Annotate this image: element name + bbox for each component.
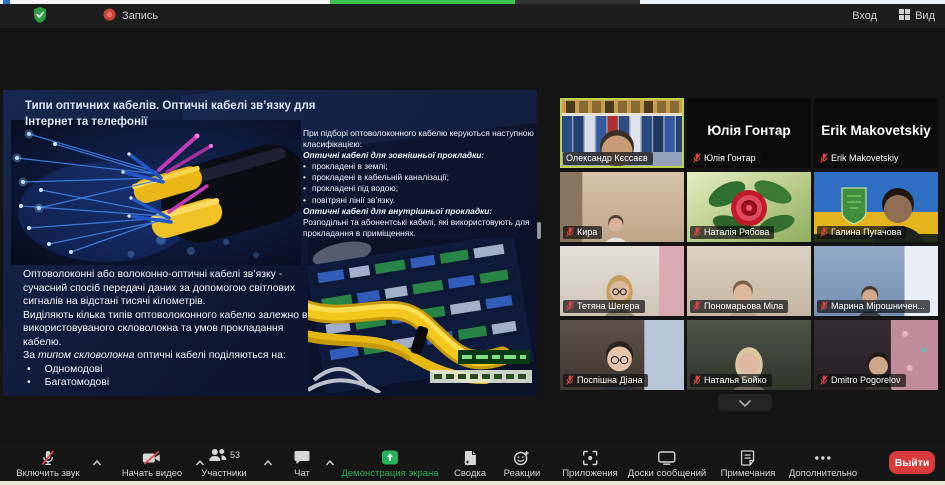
fiber-optic-cable-image: [11, 120, 301, 265]
slide-paragraph-3: За типом скловолокна оптичні кабелі поді…: [23, 349, 319, 363]
camera-slashed-icon: [122, 449, 182, 466]
chat-options-chevron[interactable]: [326, 453, 335, 471]
unmute-button[interactable]: Включить звук: [16, 449, 79, 479]
slide-right-text-block: При підборі оптоволоконного кабелю керую…: [303, 128, 537, 239]
mic-slashed-icon: [820, 301, 828, 311]
signin-button[interactable]: Вход: [852, 10, 877, 22]
participant-tile[interactable]: Галина Пугачова: [814, 172, 938, 242]
participant-tile[interactable]: Dmitro Pogorelov: [814, 320, 938, 390]
participant-tile[interactable]: Наталья Бойко: [687, 320, 811, 390]
meeting-toolbar: Включить звук Начать видео 53 Участники: [0, 445, 945, 481]
mic-slashed-icon: [820, 227, 828, 237]
notes-button[interactable]: Примечания: [721, 449, 776, 479]
more-button[interactable]: Дополнительно: [789, 449, 857, 479]
chat-button[interactable]: Чат: [294, 449, 310, 479]
participant-name-label: Марина Мірошничен...: [817, 300, 930, 313]
note-page-icon: [721, 449, 776, 466]
mic-slashed-icon: [566, 375, 574, 385]
start-video-button[interactable]: Начать видео: [122, 449, 182, 479]
apps-button[interactable]: Приложения: [562, 449, 618, 479]
participant-name-label: Тетяна Шегера: [563, 300, 645, 313]
recording-indicator[interactable]: Запись: [103, 8, 158, 24]
mic-slashed-icon: [566, 301, 574, 311]
mic-slashed-icon: [566, 227, 574, 237]
smiley-plus-icon: [504, 449, 541, 466]
participant-tile[interactable]: Поспішна Діана: [560, 320, 684, 390]
mic-slashed-icon: [693, 153, 701, 163]
participant-name-label: Dmitro Pogorelov: [817, 374, 906, 387]
security-shield-icon[interactable]: [33, 7, 47, 26]
participant-tile[interactable]: Кира: [560, 172, 684, 242]
mic-slashed-icon: [693, 301, 701, 311]
zoom-window: Запись Вход Вид: [0, 0, 945, 485]
participant-name-label: Наталья Бойко: [690, 374, 772, 387]
grid-view-icon: [899, 9, 910, 23]
meeting-top-bar: Запись Вход Вид: [0, 4, 945, 28]
doc-sparkle-icon: [454, 449, 486, 466]
os-taskbar-strip: [0, 481, 945, 485]
apps-icon: [562, 449, 618, 466]
participant-tile[interactable]: Юлія Гонтар Юлія Гонтар: [687, 98, 811, 168]
mic-slashed-icon: [820, 375, 828, 385]
mic-slashed-icon: [693, 227, 701, 237]
participant-name-label: Поспішна Діана: [563, 374, 648, 387]
mic-slashed-icon: [16, 449, 79, 466]
participant-tile[interactable]: Марина Мірошничен...: [814, 246, 938, 316]
participant-tile[interactable]: Тетяна Шегера: [560, 246, 684, 316]
participant-name-label: Erik Makovetskiy: [817, 152, 904, 165]
gallery-next-page-button[interactable]: [718, 394, 772, 411]
slide-outdoor-heading: Оптичні кабелі для зовнішньої прокладки:: [303, 150, 537, 161]
slide-paragraph-1: Оптоволоконні або волоконно-оптичні кабе…: [23, 268, 319, 309]
slide-left-text-block: Оптоволоконні або волоконно-оптичні кабе…: [23, 268, 319, 390]
record-label: Запись: [122, 10, 158, 22]
chevron-down-icon: [739, 394, 751, 412]
view-label: Вид: [915, 10, 935, 22]
whiteboard-icon: [628, 449, 706, 466]
ellipsis-icon: [789, 449, 857, 466]
record-dot-icon: [103, 8, 116, 24]
participant-name-label: Пономарьова Міла: [690, 300, 788, 313]
participants-count: 53: [230, 450, 240, 460]
participant-name-label: Кира: [563, 226, 602, 239]
leave-meeting-button[interactable]: Выйти: [889, 451, 935, 474]
shared-screen-slide: Типи оптичних кабелів. Оптичні кабелі зв…: [3, 90, 537, 396]
slide-right-intro: При підборі оптоволоконного кабелю керую…: [303, 128, 537, 150]
share-screen-button[interactable]: Демонстрация экрана: [341, 449, 438, 479]
participants-options-chevron[interactable]: [264, 453, 273, 471]
panel-resize-handle[interactable]: [537, 222, 541, 239]
people-icon: [208, 448, 227, 467]
slide-paragraph-2: Виділяють кілька типів оптоволоконного к…: [23, 309, 319, 350]
participant-big-name: Юлія Гонтар: [687, 123, 811, 138]
participant-name-label: Галина Пугачова: [817, 226, 906, 239]
slide-title: Типи оптичних кабелів. Оптичні кабелі зв…: [25, 99, 327, 130]
audio-options-chevron[interactable]: [93, 453, 102, 471]
screen-share-icon: [341, 449, 438, 466]
server-rack-image: [308, 238, 537, 393]
participant-tile[interactable]: Олександр Кєссаєв: [560, 98, 684, 168]
participant-name-label: Олександр Кєссаєв: [563, 152, 653, 165]
participant-tile[interactable]: Erik Makovetskiy Erik Makovetskiy: [814, 98, 938, 168]
slide-indoor-heading: Оптичні кабелі для внутрішньої прокладки…: [303, 206, 537, 217]
participant-tile[interactable]: Наталія Рябова: [687, 172, 811, 242]
chat-bubble-icon: [294, 449, 310, 466]
reactions-button[interactable]: Реакции: [504, 449, 541, 479]
whiteboards-button[interactable]: Доски сообщений: [628, 449, 706, 479]
summary-button[interactable]: Сводка: [454, 449, 486, 479]
participant-name-label: Наталія Рябова: [690, 226, 774, 239]
mic-slashed-icon: [820, 153, 828, 163]
participant-big-name: Erik Makovetskiy: [814, 123, 938, 138]
participants-button[interactable]: 53 Участники: [201, 449, 246, 479]
slide-indoor-text: Розподільні та абонентські кабелі, які в…: [303, 217, 537, 239]
view-button[interactable]: Вид: [899, 9, 935, 23]
participant-name-label: Юлія Гонтар: [690, 152, 761, 165]
participant-tile[interactable]: Пономарьова Міла: [687, 246, 811, 316]
mic-slashed-icon: [693, 375, 701, 385]
